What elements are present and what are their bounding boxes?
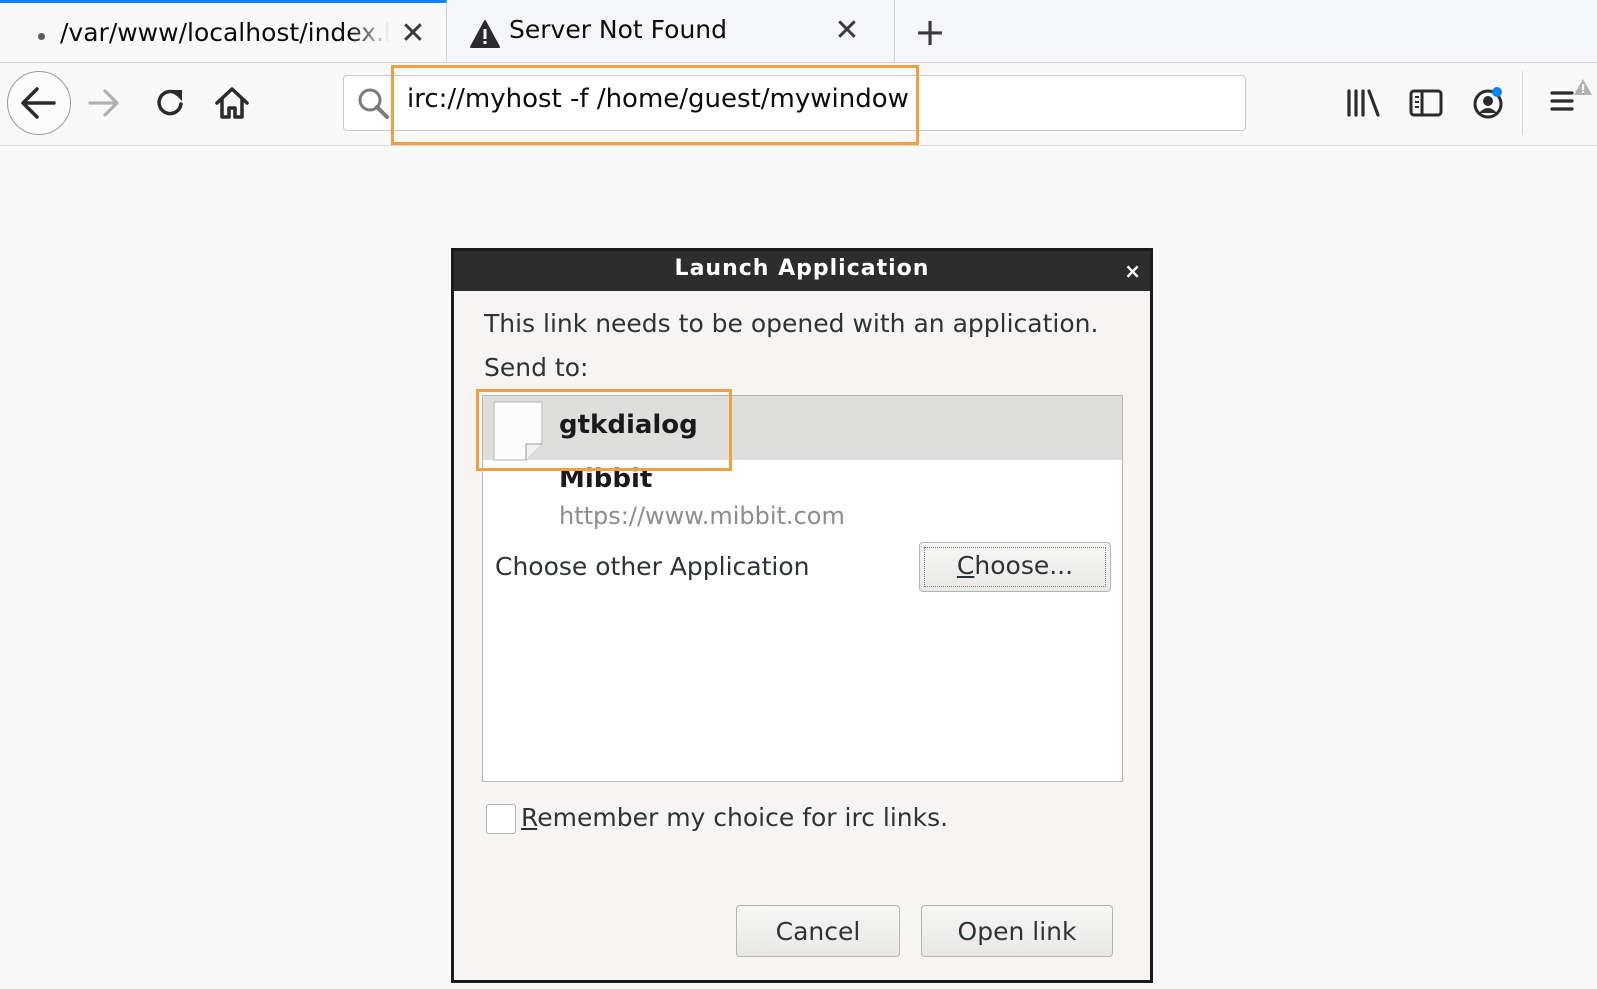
search-icon [358, 88, 389, 119]
tab-bullet [38, 33, 45, 40]
account-icon [1473, 87, 1503, 119]
open-link-button[interactable]: Open link [921, 905, 1113, 957]
menu-button[interactable] [1546, 77, 1592, 123]
choose-button[interactable]: Choose... [919, 542, 1111, 592]
label-text: emember my choice for irc links. [537, 803, 949, 832]
back-button[interactable] [7, 71, 71, 135]
send-to-label: Send to: [484, 353, 589, 382]
tab-title: /var/www/localhost/index.html [60, 18, 390, 47]
dialog-title: Launch Application [674, 256, 930, 281]
sidebar-button[interactable] [1406, 83, 1446, 123]
tab-server-not-found[interactable]: Server Not Found ✕ [447, 0, 895, 62]
launch-application-dialog: Launch Application × This link needs to … [451, 248, 1153, 983]
mnemonic-letter: R [521, 803, 538, 832]
tab-title: Server Not Found [509, 15, 728, 44]
dialog-close-button[interactable]: × [1124, 251, 1142, 291]
sidebar-icon [1409, 89, 1443, 117]
home-button[interactable] [212, 83, 252, 123]
remember-label[interactable]: Remember my choice for irc links. [521, 803, 948, 832]
tab-localhost[interactable]: /var/www/localhost/index.html ✕ [0, 0, 447, 62]
choose-other-label: Choose other Application [495, 552, 810, 581]
highlight-box-app [476, 389, 732, 471]
library-icon [1347, 89, 1380, 117]
back-arrow-icon [21, 87, 56, 119]
focus-ring [924, 547, 1106, 587]
home-icon [215, 87, 249, 119]
reload-button[interactable] [150, 83, 190, 123]
toolbar-separator [1522, 71, 1523, 135]
hamburger-menu-icon [1550, 79, 1592, 111]
account-button[interactable] [1468, 83, 1508, 123]
forward-button[interactable] [84, 83, 124, 123]
remember-checkbox[interactable] [486, 804, 516, 834]
app-url: https://www.mibbit.com [559, 502, 845, 530]
list-item-mibbit[interactable]: Mibbit https://www.mibbit.com [483, 460, 1122, 536]
reload-icon [157, 89, 183, 116]
dialog-message: This link needs to be opened with an app… [484, 309, 1099, 338]
warning-triangle-icon [470, 20, 500, 48]
cancel-button[interactable]: Cancel [736, 905, 900, 957]
library-button[interactable] [1344, 83, 1384, 123]
close-icon[interactable]: ✕ [832, 14, 862, 48]
highlight-box-url [391, 65, 919, 145]
navigation-toolbar: irc://myhost -f /home/guest/mywindow [0, 63, 1597, 146]
new-tab-button[interactable]: + [910, 10, 950, 54]
close-icon[interactable]: ✕ [398, 17, 428, 51]
forward-arrow-icon [88, 89, 119, 117]
tab-strip: /var/www/localhost/index.html ✕ Server N… [0, 0, 1597, 63]
dialog-title-bar: Launch Application × [454, 251, 1150, 291]
